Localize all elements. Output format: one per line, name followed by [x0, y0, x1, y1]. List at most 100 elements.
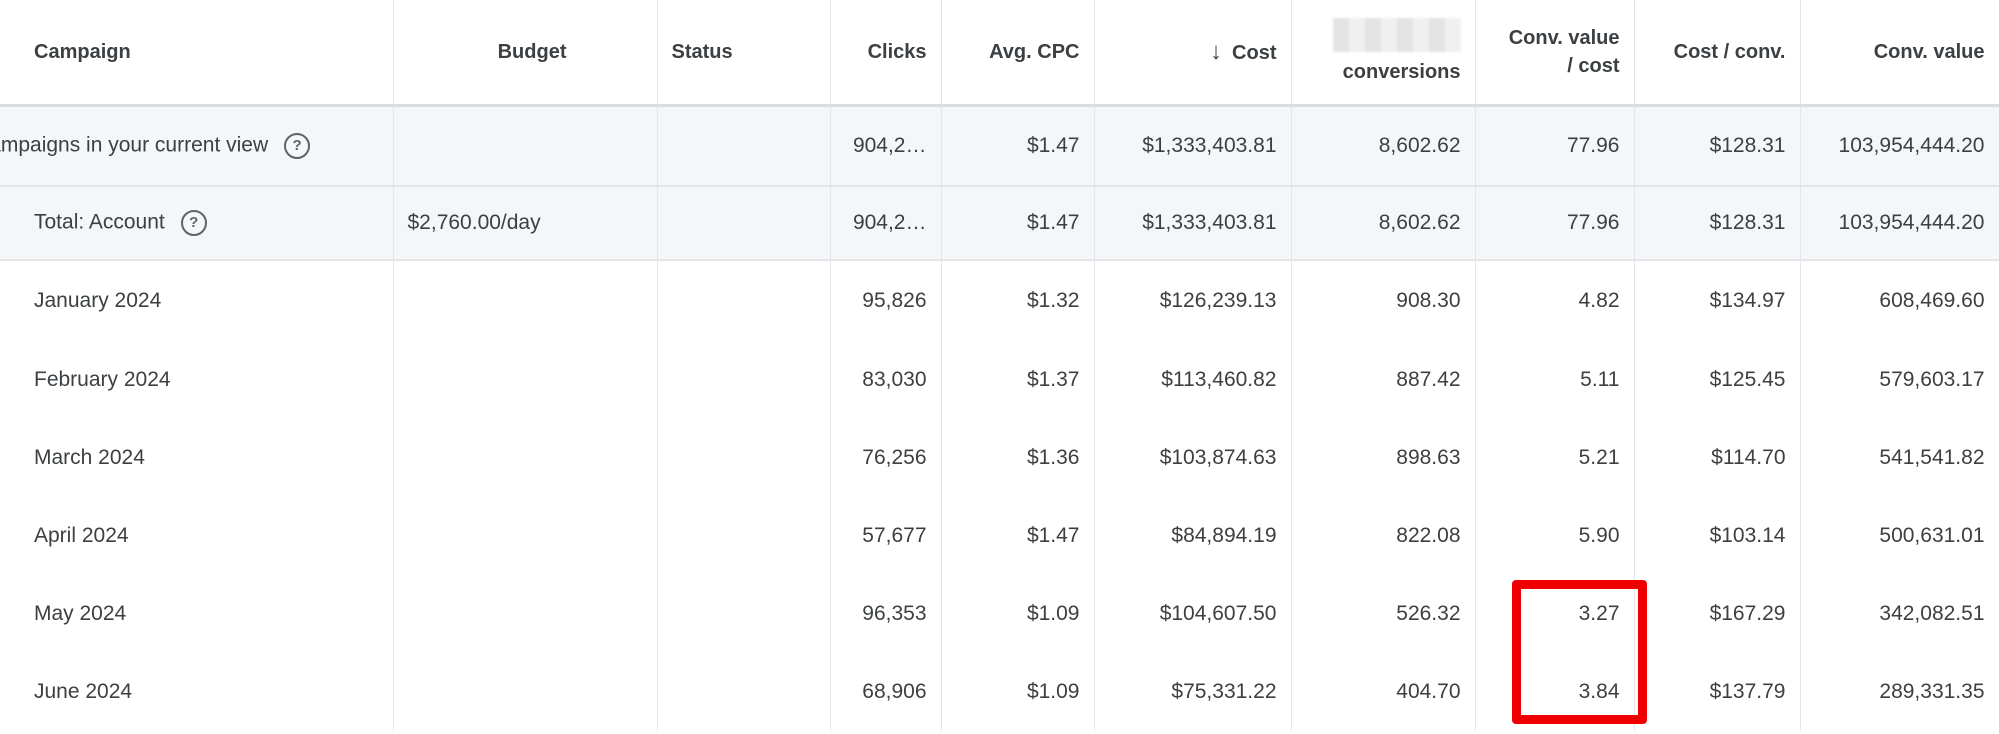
cost-cell: $103,874.63: [1094, 419, 1292, 497]
table-row[interactable]: February 2024 83,030 $1.37 $113,460.82 8…: [0, 341, 1999, 419]
conv-value-cost-cell: 5.90: [1475, 497, 1635, 575]
summary-clicks-cell: 904,2…: [830, 186, 942, 261]
summary-avg-cpc-cell: $1.47: [941, 186, 1095, 261]
summary-row-current-view: Campaigns in your current view? 904,2… $…: [0, 105, 1999, 187]
campaign-name-cell[interactable]: February 2024: [0, 341, 394, 419]
summary-cost-per-conv-cell: $128.31: [1634, 186, 1801, 261]
summary-cost-cell: $1,333,403.81: [1094, 105, 1292, 187]
clicks-cell: 96,353: [830, 575, 942, 653]
column-header-campaign[interactable]: Campaign: [0, 0, 394, 107]
conv-value-cell: 289,331.35: [1800, 653, 1999, 731]
cost-cell: $113,460.82: [1094, 341, 1292, 419]
conv-value-cell: 608,469.60: [1800, 260, 1999, 341]
campaign-name-cell[interactable]: April 2024: [0, 497, 394, 575]
summary-avg-cpc-cell: $1.47: [941, 105, 1095, 187]
cost-per-conv-cell: $125.45: [1634, 341, 1801, 419]
cost-per-conv-cell: $103.14: [1634, 497, 1801, 575]
budget-cell: [393, 497, 658, 575]
campaign-report: Campaign Budget Status Clicks Avg. CPC ↓…: [0, 0, 1999, 734]
summary-conversions-cell: 8,602.62: [1291, 105, 1476, 187]
column-header-budget[interactable]: Budget: [393, 0, 658, 107]
table-header-row: Campaign Budget Status Clicks Avg. CPC ↓…: [0, 0, 1999, 107]
summary-conv-value-cost-cell: 77.96: [1475, 186, 1635, 261]
conversions-cell: 908.30: [1291, 260, 1476, 341]
campaign-name-cell[interactable]: March 2024: [0, 419, 394, 497]
summary-row-total-account: Total: Account? $2,760.00/day 904,2… $1.…: [0, 186, 1999, 261]
campaign-name-cell[interactable]: June 2024: [0, 653, 394, 731]
conv-value-cost-cell: 5.11: [1475, 341, 1635, 419]
avg-cpc-cell: $1.47: [941, 497, 1095, 575]
summary-conv-value-cell: 103,954,444.20: [1800, 186, 1999, 261]
status-cell: [657, 419, 831, 497]
conv-value-cell: 342,082.51: [1800, 575, 1999, 653]
conv-value-cost-cell: 4.82: [1475, 260, 1635, 341]
summary-conv-value-cell: 103,954,444.20: [1800, 105, 1999, 187]
status-cell: [657, 653, 831, 731]
cost-per-conv-cell: $134.97: [1634, 260, 1801, 341]
cost-cell: $75,331.22: [1094, 653, 1292, 731]
conversions-cell: 404.70: [1291, 653, 1476, 731]
blurred-header-text: [1332, 18, 1461, 52]
column-header-clicks[interactable]: Clicks: [830, 0, 942, 107]
conversions-cell: 887.42: [1291, 341, 1476, 419]
cost-cell: $126,239.13: [1094, 260, 1292, 341]
column-header-conv-value-cost[interactable]: Conv. value / cost: [1475, 0, 1635, 107]
clicks-cell: 57,677: [830, 497, 942, 575]
clicks-cell: 76,256: [830, 419, 942, 497]
cost-per-conv-cell: $167.29: [1634, 575, 1801, 653]
avg-cpc-cell: $1.09: [941, 653, 1095, 731]
budget-cell: [393, 341, 658, 419]
conv-value-cost-cell: 3.84: [1475, 653, 1635, 731]
help-circle-icon[interactable]: ?: [284, 133, 311, 159]
arrow-down-icon: ↓: [1210, 37, 1223, 65]
budget-cell: [393, 260, 658, 341]
summary-cost-cell: $1,333,403.81: [1094, 186, 1292, 261]
clicks-cell: 68,906: [830, 653, 942, 731]
column-header-conv-value[interactable]: Conv. value: [1800, 0, 1999, 107]
budget-cell: [393, 575, 658, 653]
summary-budget-cell: [393, 105, 658, 187]
conversions-cell: 526.32: [1291, 575, 1476, 653]
budget-cell: [393, 419, 658, 497]
clicks-cell: 83,030: [830, 341, 942, 419]
clicks-cell: 95,826: [830, 260, 942, 341]
avg-cpc-cell: $1.09: [941, 575, 1095, 653]
table-row[interactable]: April 2024 57,677 $1.47 $84,894.19 822.0…: [0, 497, 1999, 575]
conversions-cell: 898.63: [1291, 419, 1476, 497]
summary-campaign-cell: Total: Account?: [0, 186, 394, 261]
cost-per-conv-cell: $137.79: [1634, 653, 1801, 731]
table-row[interactable]: May 2024 96,353 $1.09 $104,607.50 526.32…: [0, 575, 1999, 653]
campaign-name-cell[interactable]: January 2024: [0, 260, 394, 341]
status-cell: [657, 260, 831, 341]
column-header-cost-per-conv[interactable]: Cost / conv.: [1634, 0, 1801, 107]
column-header-conversions[interactable]: conversions: [1291, 0, 1476, 107]
help-circle-icon[interactable]: ?: [180, 210, 207, 236]
column-header-avg-cpc[interactable]: Avg. CPC: [941, 0, 1095, 107]
summary-campaign-cell: Campaigns in your current view?: [0, 105, 394, 187]
column-header-cost[interactable]: ↓ Cost: [1094, 0, 1292, 107]
conv-value-cell: 579,603.17: [1800, 341, 1999, 419]
status-cell: [657, 341, 831, 419]
avg-cpc-cell: $1.36: [941, 419, 1095, 497]
summary-conversions-cell: 8,602.62: [1291, 186, 1476, 261]
conv-value-cell: 500,631.01: [1800, 497, 1999, 575]
avg-cpc-cell: $1.32: [941, 260, 1095, 341]
cost-cell: $84,894.19: [1094, 497, 1292, 575]
summary-cost-per-conv-cell: $128.31: [1634, 105, 1801, 187]
table-row[interactable]: June 2024 68,906 $1.09 $75,331.22 404.70…: [0, 653, 1999, 731]
conv-value-cost-cell: 3.27: [1475, 575, 1635, 653]
summary-conv-value-cost-cell: 77.96: [1475, 105, 1635, 187]
table-row[interactable]: March 2024 76,256 $1.36 $103,874.63 898.…: [0, 419, 1999, 497]
conversions-cell: 822.08: [1291, 497, 1476, 575]
cost-cell: $104,607.50: [1094, 575, 1292, 653]
table-row[interactable]: January 2024 95,826 $1.32 $126,239.13 90…: [0, 260, 1999, 341]
summary-status-cell: [657, 186, 831, 261]
summary-clicks-cell: 904,2…: [830, 105, 942, 187]
conv-value-cost-cell: 5.21: [1475, 419, 1635, 497]
conv-value-cell: 541,541.82: [1800, 419, 1999, 497]
avg-cpc-cell: $1.37: [941, 341, 1095, 419]
cost-per-conv-cell: $114.70: [1634, 419, 1801, 497]
budget-cell: [393, 653, 658, 731]
campaign-name-cell[interactable]: May 2024: [0, 575, 394, 653]
column-header-status[interactable]: Status: [657, 0, 831, 107]
